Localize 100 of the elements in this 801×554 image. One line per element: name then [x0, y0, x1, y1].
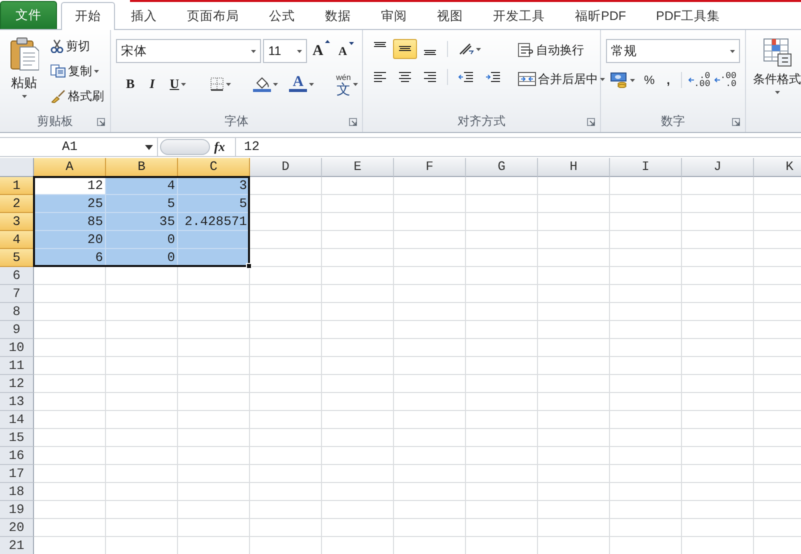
dialog-launcher-button[interactable]	[348, 117, 358, 127]
row-header[interactable]: 5	[0, 249, 34, 267]
row-header[interactable]: 14	[0, 411, 34, 429]
dialog-launcher-button[interactable]	[731, 117, 741, 127]
row-header[interactable]: 19	[0, 501, 34, 519]
font-name-field[interactable]: 宋体	[116, 39, 262, 64]
column-header[interactable]: D	[250, 158, 322, 177]
increase-decimal-button[interactable]: .0 .00	[686, 71, 712, 89]
dropdown-icon	[145, 144, 153, 150]
text-angle-icon	[458, 42, 474, 56]
paste-button[interactable]: 粘贴	[5, 34, 43, 112]
dialog-launcher-icon	[97, 118, 105, 126]
ribbon-tab[interactable]: 数据	[311, 3, 365, 29]
row-header[interactable]: 7	[0, 285, 34, 303]
wrap-text-icon	[518, 43, 534, 57]
row-header[interactable]: 1	[0, 177, 34, 195]
bold-button[interactable]: B	[120, 73, 141, 95]
column-header[interactable]: B	[106, 158, 178, 177]
shrink-font-button[interactable]: A	[335, 41, 357, 62]
align-middle-button[interactable]	[393, 39, 417, 59]
ribbon-tab[interactable]: 福昕PDF	[561, 3, 640, 29]
insert-function-button[interactable]: fx	[210, 135, 229, 159]
grow-font-button[interactable]: A	[309, 39, 334, 64]
caret-icon	[600, 78, 605, 80]
row-header[interactable]: 6	[0, 267, 34, 285]
fill-handle[interactable]	[246, 263, 252, 269]
ribbon-tab[interactable]: PDF工具集	[642, 3, 734, 29]
row-header[interactable]: 18	[0, 483, 34, 501]
table-cell: 2.428571	[178, 213, 250, 231]
ribbon-tab[interactable]: 审阅	[367, 3, 421, 29]
cut-button[interactable]: 剪切	[46, 35, 108, 57]
column-header[interactable]: C	[178, 158, 250, 177]
align-top-icon	[373, 42, 387, 48]
caret-icon	[630, 78, 635, 82]
ribbon-tab[interactable]: 公式	[255, 3, 309, 29]
conditional-format-icon	[762, 37, 792, 67]
row-header[interactable]: 10	[0, 339, 34, 357]
row-header[interactable]: 2	[0, 195, 34, 213]
ribbon-tab[interactable]: 开发工具	[479, 3, 559, 29]
italic-button[interactable]: I	[144, 73, 161, 95]
scissors-icon	[50, 39, 64, 53]
column-header[interactable]: H	[538, 158, 610, 177]
comma-button[interactable]: ,	[660, 70, 678, 90]
row-header[interactable]: 21	[0, 537, 34, 554]
column-header[interactable]: G	[466, 158, 538, 177]
column-header[interactable]: J	[682, 158, 754, 177]
dialog-launcher-button[interactable]	[586, 117, 596, 127]
caret-icon	[94, 70, 99, 72]
increase-indent-icon	[485, 70, 501, 84]
underline-button[interactable]: U	[164, 73, 192, 95]
brush-icon	[50, 89, 66, 103]
arrow-icon	[714, 77, 720, 83]
caret-icon	[181, 82, 186, 86]
ribbon-tab[interactable]: 页面布局	[173, 3, 253, 29]
number-format-field[interactable]: 常规	[606, 39, 740, 63]
font-size-field[interactable]: 11	[263, 39, 308, 64]
decrease-decimal-button[interactable]: .00 .0	[712, 71, 738, 89]
ribbon-tab[interactable]: 开始	[61, 2, 115, 30]
table-cell: 85	[34, 213, 106, 231]
phonetic-button[interactable]: wén 文	[332, 72, 362, 96]
row-header[interactable]: 3	[0, 213, 34, 231]
column-header[interactable]: F	[394, 158, 466, 177]
column-header[interactable]: K	[754, 158, 801, 177]
name-box[interactable]: A1	[0, 138, 158, 156]
dialog-launcher-button[interactable]	[96, 117, 106, 127]
row-header[interactable]: 15	[0, 429, 34, 447]
merge-center-button[interactable]: 合并后居中	[514, 68, 609, 90]
percent-button[interactable]: %	[639, 70, 660, 90]
row-header[interactable]: 4	[0, 231, 34, 249]
row-header[interactable]: 9	[0, 321, 34, 339]
dialog-launcher-icon	[587, 118, 595, 126]
copy-button[interactable]: 复制	[46, 60, 108, 82]
row-header[interactable]: 16	[0, 447, 34, 465]
row-header[interactable]: 17	[0, 465, 34, 483]
column-header[interactable]: E	[322, 158, 394, 177]
column-header[interactable]: A	[34, 158, 106, 177]
merge-cells-icon	[518, 72, 536, 86]
row-header[interactable]: 20	[0, 519, 34, 537]
money-icon	[610, 72, 628, 88]
format-painter-button[interactable]: 格式刷	[46, 85, 108, 107]
table-cell: 20	[34, 231, 106, 249]
table-cell: 4	[106, 177, 178, 195]
row-header[interactable]: 11	[0, 357, 34, 375]
file-tab[interactable]: 文件	[0, 1, 57, 29]
caret-icon	[774, 91, 780, 94]
row-header[interactable]: 12	[0, 375, 34, 393]
row-header[interactable]: 8	[0, 303, 34, 321]
font-color-button[interactable]: A	[285, 75, 318, 93]
caret-icon	[730, 50, 735, 52]
row-header[interactable]: 13	[0, 393, 34, 411]
column-header[interactable]: I	[610, 158, 682, 177]
caret-icon	[273, 82, 278, 86]
paint-bucket-icon	[253, 76, 272, 92]
conditional-format-button[interactable]: 条件格式	[751, 34, 801, 132]
caret-icon	[22, 94, 26, 98]
splitter-handle[interactable]	[160, 139, 210, 155]
ribbon-tab[interactable]: 插入	[117, 3, 171, 29]
ribbon-tab[interactable]: 视图	[423, 3, 477, 29]
formula-field[interactable]: 12	[236, 138, 260, 156]
up-triangle-icon	[325, 40, 330, 43]
